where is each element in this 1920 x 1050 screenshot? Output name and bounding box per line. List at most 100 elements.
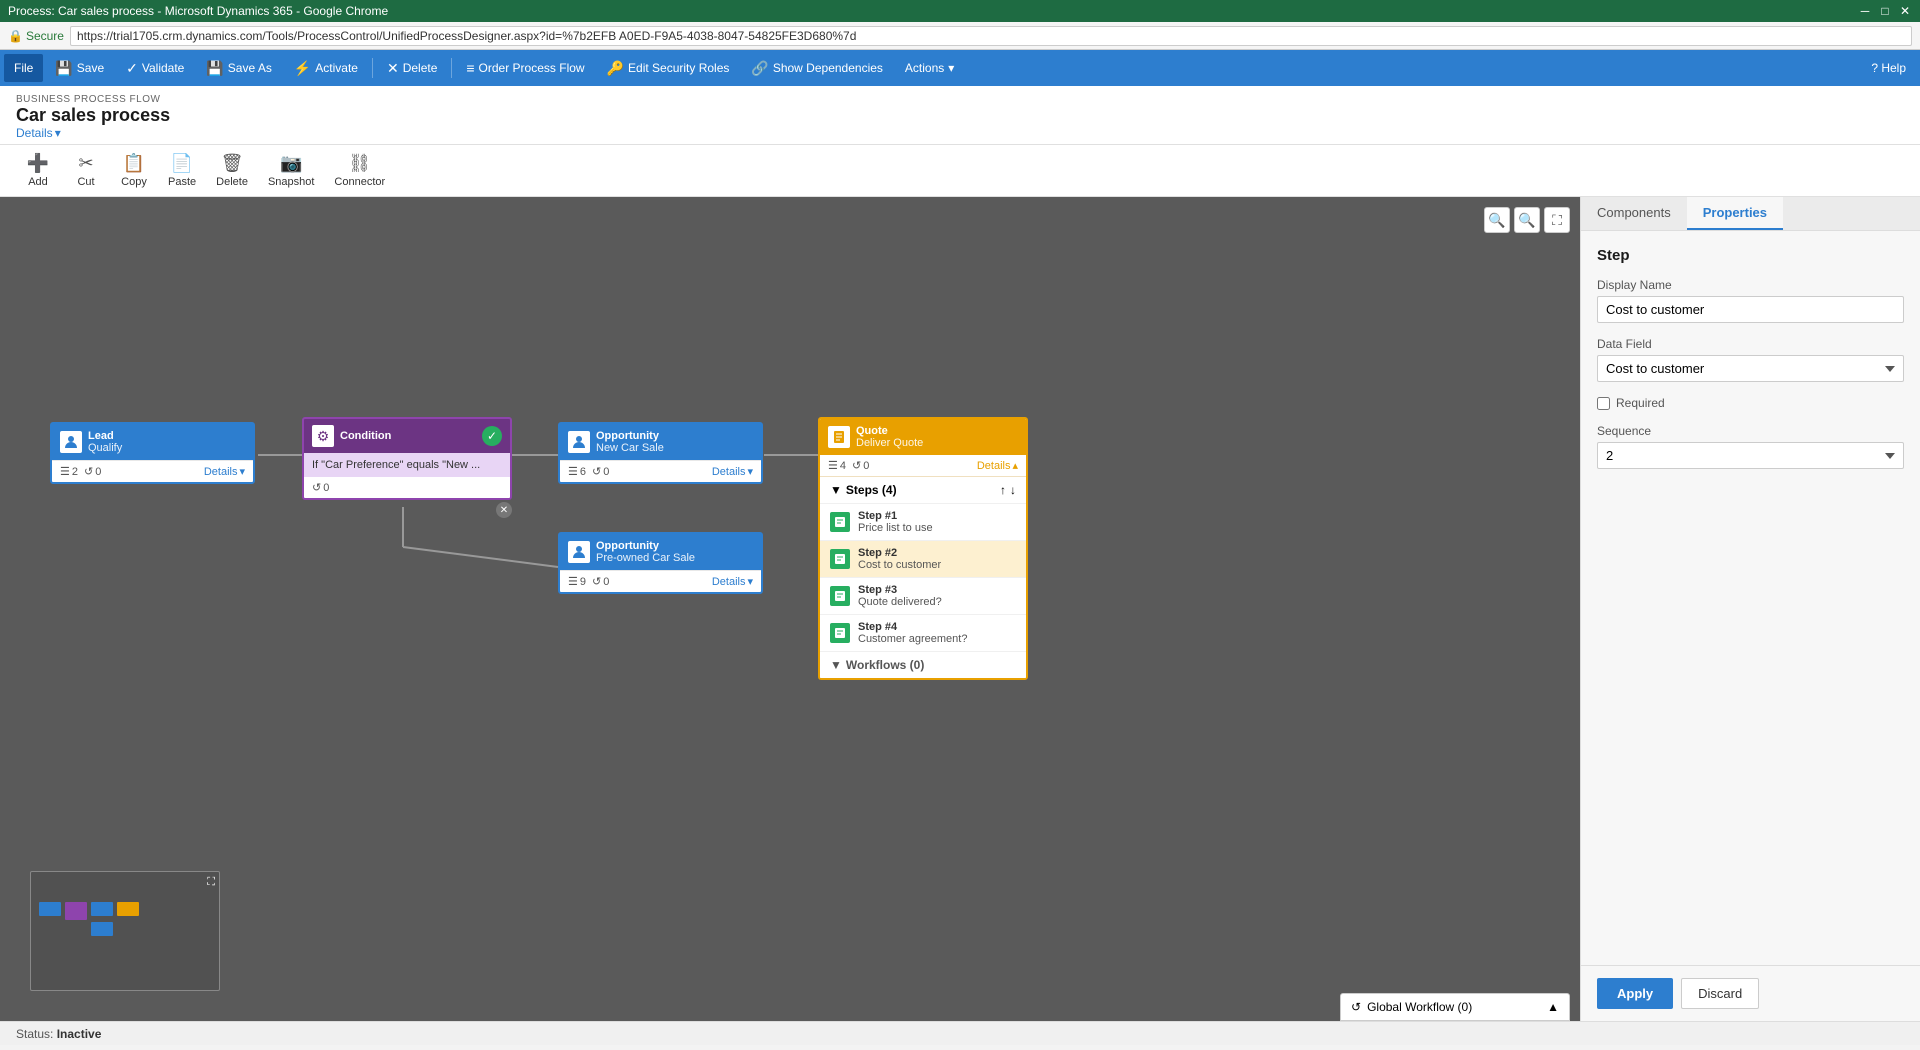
opp-pre-details-button[interactable]: Details ▾ — [712, 575, 753, 588]
opportunity-preowned-node[interactable]: Opportunity Pre-owned Car Sale ☰ 9 ↺ 0 D… — [558, 532, 763, 594]
opp-new-info: Opportunity New Car Sale — [596, 430, 664, 454]
step-4-icon — [830, 623, 850, 643]
save-as-button[interactable]: 💾 Save As — [196, 54, 281, 82]
opp-new-header: Opportunity New Car Sale — [560, 424, 761, 460]
step-3-item[interactable]: Step #3 Quote delivered? — [820, 578, 1026, 615]
help-label: ? Help — [1871, 61, 1906, 75]
secure-indicator: 🔒 Secure — [8, 29, 64, 43]
close-btn[interactable]: ✕ — [1898, 4, 1912, 18]
opp-pre-steps-count: 9 — [580, 576, 586, 588]
required-group: Required — [1597, 396, 1904, 410]
lead-steps-badge: ☰ 2 — [60, 465, 78, 478]
lead-details-label: Details — [204, 466, 238, 478]
workflows-collapse-icon[interactable]: ▼ — [830, 658, 842, 672]
lead-details-button[interactable]: Details ▾ — [204, 465, 245, 478]
main-container: 🔍 🔍 ⛶ Lead Qualify — [0, 197, 1920, 1021]
opp-pre-subtitle: Pre-owned Car Sale — [596, 552, 695, 564]
opp-new-type: Opportunity — [596, 430, 664, 442]
global-workflow-refresh-icon: ↺ — [1351, 1000, 1361, 1014]
step-4-item[interactable]: Step #4 Customer agreement? — [820, 615, 1026, 652]
details-chevron-icon: ▾ — [55, 126, 61, 140]
status-value: Inactive — [57, 1027, 102, 1041]
file-button[interactable]: File — [4, 54, 43, 82]
delete-icon: ✕ — [387, 60, 399, 77]
actions-button[interactable]: Actions ▾ — [895, 54, 964, 82]
opp-pre-footer: ☰ 9 ↺ 0 Details ▾ — [560, 570, 761, 592]
sequence-select[interactable]: 2 — [1597, 442, 1904, 469]
components-tab[interactable]: Components — [1581, 197, 1687, 230]
opp-new-footer: ☰ 6 ↺ 0 Details ▾ — [560, 460, 761, 482]
maximize-btn[interactable]: □ — [1878, 4, 1892, 18]
show-dependencies-button[interactable]: 🔗 Show Dependencies — [741, 54, 893, 82]
opp-new-details-button[interactable]: Details ▾ — [712, 465, 753, 478]
fit-screen-button[interactable]: ⛶ — [1544, 207, 1570, 233]
help-button[interactable]: ? Help — [1861, 54, 1916, 82]
url-bar[interactable]: https://trial1705.crm.dynamics.com/Tools… — [70, 26, 1912, 46]
lead-details-chevron-icon: ▾ — [239, 465, 245, 478]
quote-header: Quote Deliver Quote — [820, 419, 1026, 455]
properties-tab-label: Properties — [1703, 205, 1767, 220]
quote-info: Quote Deliver Quote — [856, 425, 923, 449]
title-bar-controls: ─ □ ✕ — [1858, 4, 1912, 18]
delete-toolbar-button[interactable]: 🗑 Delete — [208, 149, 256, 192]
zoom-out-button[interactable]: 🔍 — [1484, 207, 1510, 233]
quote-steps-icon: ☰ — [828, 459, 838, 472]
address-bar: 🔒 Secure https://trial1705.crm.dynamics.… — [0, 22, 1920, 50]
opp-pre-details-label: Details — [712, 576, 746, 588]
validate-icon: ✓ — [126, 60, 138, 77]
required-checkbox-group: Required — [1597, 396, 1904, 410]
condition-flow-icon: ↺ — [312, 481, 321, 494]
condition-close-button[interactable]: ✕ — [496, 502, 512, 518]
required-checkbox[interactable] — [1597, 397, 1610, 410]
order-process-flow-button[interactable]: ≡ Order Process Flow — [456, 54, 594, 82]
paste-icon: 📄 — [171, 153, 193, 174]
opp-pre-flows-badge: ↺ 0 — [592, 575, 609, 588]
save-button[interactable]: 💾 Save — [45, 54, 114, 82]
save-as-label: Save As — [228, 61, 272, 75]
paste-toolbar-button[interactable]: 📄 Paste — [160, 149, 204, 192]
cut-toolbar-button[interactable]: ✂ Cut — [64, 149, 108, 192]
quote-expanded-node[interactable]: Quote Deliver Quote ☰ 4 ↺ 0 Details — [818, 417, 1028, 680]
process-details-link[interactable]: Details ▾ — [16, 126, 1904, 140]
display-name-input[interactable] — [1597, 296, 1904, 323]
steps-up-icon[interactable]: ↑ — [1000, 483, 1006, 497]
add-toolbar-button[interactable]: ➕ Add — [16, 149, 60, 192]
mini-map-expand-button[interactable]: ⛶ — [207, 876, 215, 889]
opp-new-steps-badge: ☰ 6 — [568, 465, 586, 478]
step-1-item[interactable]: Step #1 Price list to use — [820, 504, 1026, 541]
condition-check-icon: ✓ — [482, 426, 502, 446]
quote-details-button[interactable]: Details ▴ — [977, 459, 1018, 472]
steps-header: ▼ Steps (4) ↑ ↓ — [820, 477, 1026, 504]
zoom-in-button[interactable]: 🔍 — [1514, 207, 1540, 233]
minimize-btn[interactable]: ─ — [1858, 4, 1872, 18]
lead-node[interactable]: Lead Qualify ☰ 2 ↺ 0 Details ▾ — [50, 422, 255, 484]
steps-down-icon[interactable]: ↓ — [1010, 483, 1016, 497]
data-field-select[interactable]: Cost to customer — [1597, 355, 1904, 382]
lead-flows-badge: ↺ 0 — [84, 465, 101, 478]
snapshot-toolbar-button[interactable]: 📷 Snapshot — [260, 149, 322, 192]
step-2-item[interactable]: Step #2 Cost to customer — [820, 541, 1026, 578]
discard-button[interactable]: Discard — [1681, 978, 1759, 1009]
add-label: Add — [28, 176, 48, 188]
step-section-title: Step — [1597, 247, 1904, 264]
global-workflow-bar[interactable]: ↺ Global Workflow (0) ▲ — [1340, 993, 1570, 1021]
security-icon: 🔑 — [607, 60, 624, 77]
copy-toolbar-button[interactable]: 📋 Copy — [112, 149, 156, 192]
condition-node[interactable]: ⚙ Condition ✓ If "Car Preference" equals… — [302, 417, 512, 500]
opp-new-flows-badge: ↺ 0 — [592, 465, 609, 478]
edit-security-roles-button[interactable]: 🔑 Edit Security Roles — [597, 54, 740, 82]
canvas-area[interactable]: 🔍 🔍 ⛶ Lead Qualify — [0, 197, 1580, 1021]
apply-button[interactable]: Apply — [1597, 978, 1673, 1009]
quote-flows-badge: ↺ 0 — [852, 459, 869, 472]
validate-button[interactable]: ✓ Validate — [116, 54, 194, 82]
condition-header: ⚙ Condition ✓ — [304, 419, 510, 453]
opportunity-new-node[interactable]: Opportunity New Car Sale ☰ 6 ↺ 0 Details… — [558, 422, 763, 484]
delete-button[interactable]: ✕ Delete — [377, 54, 447, 82]
properties-tab[interactable]: Properties — [1687, 197, 1783, 230]
opp-pre-steps-icon: ☰ — [568, 575, 578, 588]
connector-toolbar-button[interactable]: ⛓ Connector — [326, 149, 393, 192]
global-workflow-collapse-icon[interactable]: ▲ — [1547, 1000, 1559, 1014]
workflows-label: Workflows (0) — [846, 658, 924, 672]
activate-button[interactable]: ⚡ Activate — [284, 54, 368, 82]
steps-collapse-icon[interactable]: ▼ — [830, 483, 842, 497]
